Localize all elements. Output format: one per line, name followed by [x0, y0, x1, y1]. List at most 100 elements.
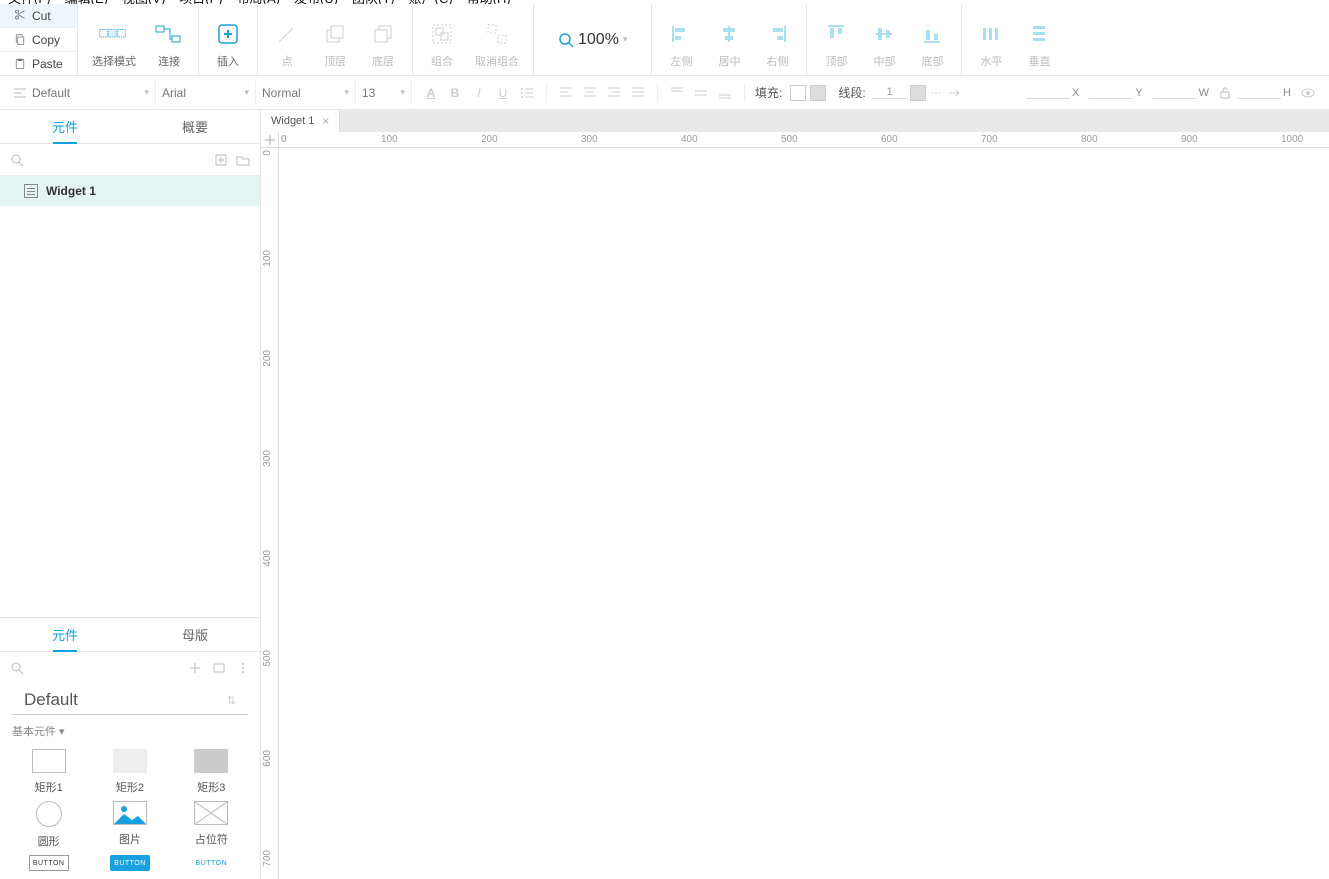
outline-tabs: 元件 概要 — [0, 110, 260, 144]
align-bottom-icon — [917, 19, 947, 49]
search-icon[interactable] — [10, 661, 24, 675]
clipboard-group: Cut Copy Paste — [0, 4, 78, 75]
distribute-v-button[interactable]: 垂直 — [1024, 19, 1054, 69]
send-back-button[interactable]: 底层 — [368, 19, 398, 69]
align-top-icon — [821, 19, 851, 49]
align-left-button[interactable]: 左侧 — [666, 19, 696, 69]
ruler-horizontal[interactable]: 0 100 200 300 400 500 600 700 800 900 10… — [279, 132, 1329, 148]
library-name[interactable]: Default ⇅ — [12, 684, 248, 715]
w-input[interactable] — [1153, 86, 1197, 99]
folder-icon[interactable] — [236, 153, 250, 167]
select-mode-button[interactable]: 选择模式 — [92, 19, 136, 69]
connect-button[interactable]: 连接 — [154, 19, 184, 69]
h-input[interactable] — [1237, 86, 1281, 99]
valign-bot[interactable] — [716, 84, 734, 102]
outline-search-row — [0, 144, 260, 176]
more-icon[interactable] — [236, 661, 250, 675]
italic-button[interactable]: I — [470, 84, 488, 102]
library-section[interactable]: 基本元件 ▾ — [0, 715, 260, 741]
shape-button3[interactable]: BUTTON — [171, 855, 252, 871]
stroke-width-input[interactable] — [872, 86, 908, 99]
size-select[interactable]: 13▾ — [356, 81, 412, 105]
y-input[interactable] — [1089, 86, 1133, 99]
add-icon[interactable] — [214, 153, 228, 167]
tab-overview[interactable]: 概要 — [130, 110, 260, 143]
plus-icon[interactable] — [188, 661, 202, 675]
outline-search-input[interactable] — [32, 153, 206, 167]
bullets-button[interactable] — [518, 84, 536, 102]
outline-tree: Widget 1 — [0, 176, 260, 617]
x-input[interactable] — [1026, 86, 1070, 99]
align-top-button[interactable]: 顶部 — [821, 19, 851, 69]
fill-opacity-swatch[interactable] — [810, 85, 826, 101]
shape-rect1[interactable]: 矩形1 — [8, 749, 89, 795]
align-center-button[interactable]: 居中 — [714, 19, 744, 69]
font-select[interactable]: Arial▾ — [156, 81, 256, 105]
ruler-origin[interactable] — [261, 132, 279, 148]
group-button[interactable]: 组合 — [427, 19, 457, 69]
stroke-color-swatch[interactable] — [910, 85, 926, 101]
underline-button[interactable]: U — [494, 84, 512, 102]
valign-mid[interactable] — [692, 84, 710, 102]
shape-placeholder[interactable]: 占位符 — [171, 801, 252, 849]
select-multi-icon — [99, 19, 129, 49]
shape-image[interactable]: 图片 — [89, 801, 170, 849]
paste-button[interactable]: Paste — [0, 52, 77, 75]
text-right-icon — [607, 86, 621, 100]
group-label: 组合 — [431, 53, 453, 69]
download-icon[interactable] — [212, 661, 226, 675]
eye-icon[interactable] — [1301, 86, 1315, 100]
shape-circle[interactable]: 圆形 — [8, 801, 89, 849]
align-right-button[interactable]: 右侧 — [762, 19, 792, 69]
align-bottom-button[interactable]: 底部 — [917, 19, 947, 69]
ruler-vertical[interactable]: 0 100 200 300 400 500 600 700 — [261, 148, 279, 879]
shape-rect2[interactable]: 矩形2 — [89, 749, 170, 795]
text-justify-icon — [631, 86, 645, 100]
ungroup-icon — [482, 19, 512, 49]
line-style-button[interactable] — [928, 84, 946, 102]
copy-button[interactable]: Copy — [0, 28, 77, 52]
arrow-button[interactable] — [946, 84, 964, 102]
doc-tab-widget1[interactable]: Widget 1 × — [261, 110, 340, 132]
tab-masters[interactable]: 母版 — [130, 618, 260, 651]
shape-rect3[interactable]: 矩形3 — [171, 749, 252, 795]
align-text-right[interactable] — [605, 84, 623, 102]
outline-item-widget1[interactable]: Widget 1 — [0, 176, 260, 206]
bold-button[interactable]: B — [446, 84, 464, 102]
text-center-icon — [583, 86, 597, 100]
weight-select[interactable]: Normal▾ — [256, 81, 356, 105]
valign-top[interactable] — [668, 84, 686, 102]
distribute-h-button[interactable]: 水平 — [976, 19, 1006, 69]
bring-front-button[interactable]: 顶层 — [320, 19, 350, 69]
align-text-justify[interactable] — [629, 84, 647, 102]
doc-tab-label: Widget 1 — [271, 115, 314, 127]
text-color-button[interactable]: A — [422, 84, 440, 102]
point-button[interactable]: 点 — [272, 19, 302, 69]
insert-button[interactable]: 插入 — [213, 19, 243, 69]
copy-icon — [14, 34, 26, 46]
style-select[interactable]: Default▾ — [6, 81, 156, 105]
align-middle-button[interactable]: 中部 — [869, 19, 899, 69]
back-icon — [368, 19, 398, 49]
ungroup-button[interactable]: 取消组合 — [475, 19, 519, 69]
close-icon[interactable]: × — [322, 114, 329, 128]
cut-button[interactable]: Cut — [0, 4, 77, 28]
tab-widgets-outline[interactable]: 元件 — [0, 110, 130, 143]
ungroup-label: 取消组合 — [475, 53, 519, 69]
fill-color-swatch[interactable] — [790, 85, 806, 101]
shape-button2[interactable]: BUTTON — [89, 855, 170, 871]
canvas[interactable] — [279, 148, 1329, 879]
align-text-left[interactable] — [557, 84, 575, 102]
valign-top-icon — [670, 86, 684, 100]
library-toolbar — [0, 652, 260, 684]
align-text-center[interactable] — [581, 84, 599, 102]
search-icon[interactable] — [10, 153, 24, 167]
document-tabs: Widget 1 × — [261, 110, 1329, 132]
shape-button1[interactable]: BUTTON — [8, 855, 89, 871]
zoom-control[interactable]: 100% ▾ — [548, 31, 637, 49]
tab-widgets-lib[interactable]: 元件 — [0, 618, 130, 651]
align-center-icon — [714, 19, 744, 49]
scissors-icon — [14, 10, 26, 22]
lock-icon[interactable] — [1219, 87, 1231, 99]
outline-item-label: Widget 1 — [46, 184, 96, 198]
